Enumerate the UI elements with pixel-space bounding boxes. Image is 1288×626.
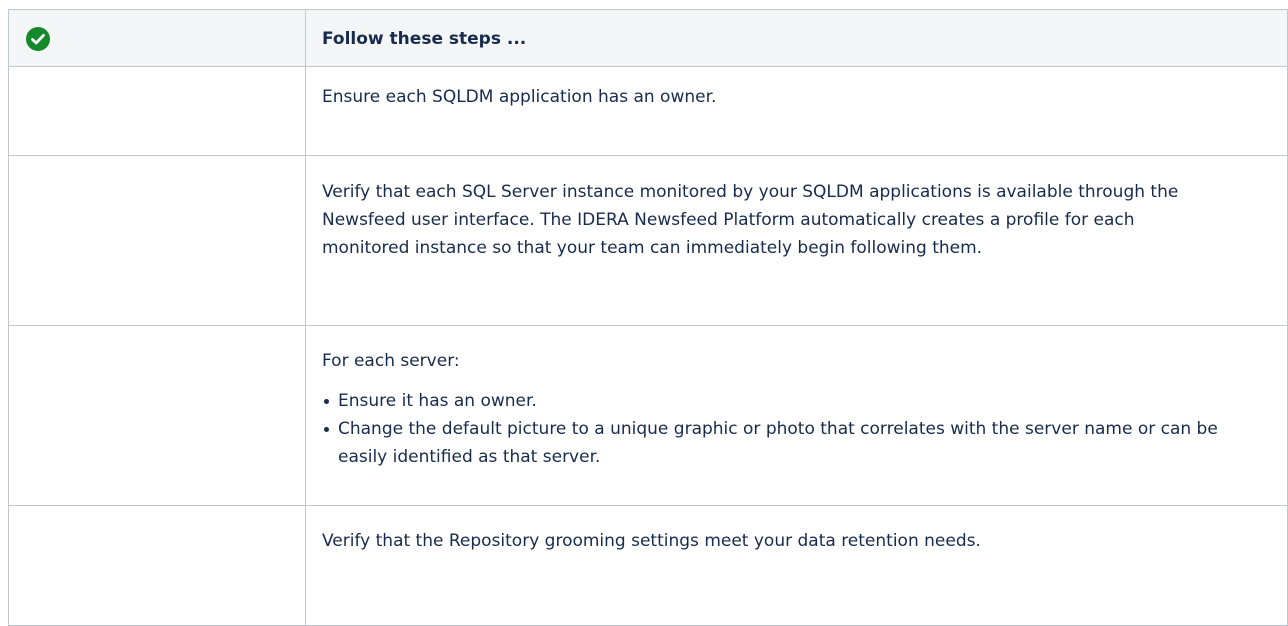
header-icon-cell (8, 9, 306, 67)
header-title-cell: Follow these steps ... (305, 9, 1288, 67)
table-header-row: Follow these steps ... (8, 9, 1288, 67)
step-text: For each server: (322, 351, 460, 371)
step-cell: For each server: Ensure it has an owner.… (305, 325, 1288, 506)
step-cell: Verify that each SQL Server instance mon… (305, 155, 1288, 326)
step-text: Verify that the Repository grooming sett… (322, 531, 981, 551)
step-text: Verify that each SQL Server instance mon… (322, 182, 1179, 258)
header-title: Follow these steps ... (322, 29, 527, 49)
empty-cell (8, 66, 306, 156)
step-text: Ensure each SQLDM application has an own… (322, 87, 717, 107)
empty-cell (8, 505, 306, 626)
table-row: Verify that each SQL Server instance mon… (8, 155, 1288, 326)
table-row: For each server: Ensure it has an owner.… (8, 325, 1288, 506)
empty-cell (8, 325, 306, 506)
list-item: Ensure it has an owner. (322, 387, 1227, 415)
table-row: Verify that the Repository grooming sett… (8, 505, 1288, 626)
steps-table: Follow these steps ... Ensure each SQLDM… (8, 9, 1288, 626)
table-row: Ensure each SQLDM application has an own… (8, 66, 1288, 156)
empty-cell (8, 155, 306, 326)
step-cell: Verify that the Repository grooming sett… (305, 505, 1288, 626)
check-circle-icon (26, 27, 50, 51)
list-item: Change the default picture to a unique g… (322, 415, 1227, 471)
bullet-list: Ensure it has an owner. Change the defau… (306, 387, 1287, 471)
step-cell: Ensure each SQLDM application has an own… (305, 66, 1288, 156)
